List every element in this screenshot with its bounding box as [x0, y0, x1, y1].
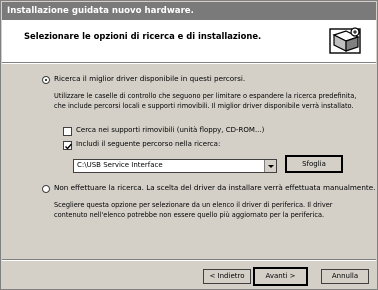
manual-option-description-line1: Scegliere questa opzione per selezionare…	[54, 201, 333, 209]
search-option-description-line1: Utilizzare le caselle di controllo che s…	[54, 92, 357, 100]
path-dropdown[interactable]: C:\USB Service Interface	[73, 159, 277, 173]
search-option-label[interactable]: Ricerca il miglior driver disponibile in…	[54, 74, 245, 83]
browse-button[interactable]: Sfoglia	[285, 155, 343, 173]
header-title: Selezionare le opzioni di ricerca e di i…	[24, 31, 262, 41]
manual-option-label[interactable]: Non effettuare la ricerca. La scelta del…	[54, 183, 375, 192]
removable-media-checkbox[interactable]	[63, 127, 72, 136]
search-option-description-line2: che include percorsi locali e supporti r…	[54, 102, 354, 110]
next-button[interactable]: Avanti >	[253, 267, 308, 286]
installation-wizard-window: Installazione guidata nuovo hardware. Se…	[0, 0, 378, 290]
removable-media-label[interactable]: Cerca nei supporti rimovibili (unità flo…	[76, 126, 264, 134]
window-title: Installazione guidata nuovo hardware.	[2, 2, 376, 20]
footer-divider-highlight	[2, 260, 376, 261]
hardware-wizard-icon	[329, 27, 361, 54]
include-path-label[interactable]: Includi il seguente percorso nella ricer…	[76, 140, 220, 148]
path-dropdown-value: C:\USB Service Interface	[77, 161, 163, 169]
checkmark-icon	[65, 143, 73, 150]
cancel-button[interactable]: Annulla	[321, 269, 369, 284]
back-button[interactable]: < Indietro	[203, 269, 251, 284]
chevron-down-icon[interactable]	[264, 160, 276, 172]
header-divider	[2, 63, 376, 64]
wizard-header: Selezionare le opzioni di ricerca e di i…	[2, 20, 376, 63]
include-path-checkbox[interactable]	[63, 141, 73, 150]
manual-option-radio[interactable]	[42, 185, 50, 193]
search-option-radio[interactable]	[42, 76, 50, 84]
manual-option-description-line2: contenuto nell'elenco potrebbe non esser…	[54, 211, 325, 219]
